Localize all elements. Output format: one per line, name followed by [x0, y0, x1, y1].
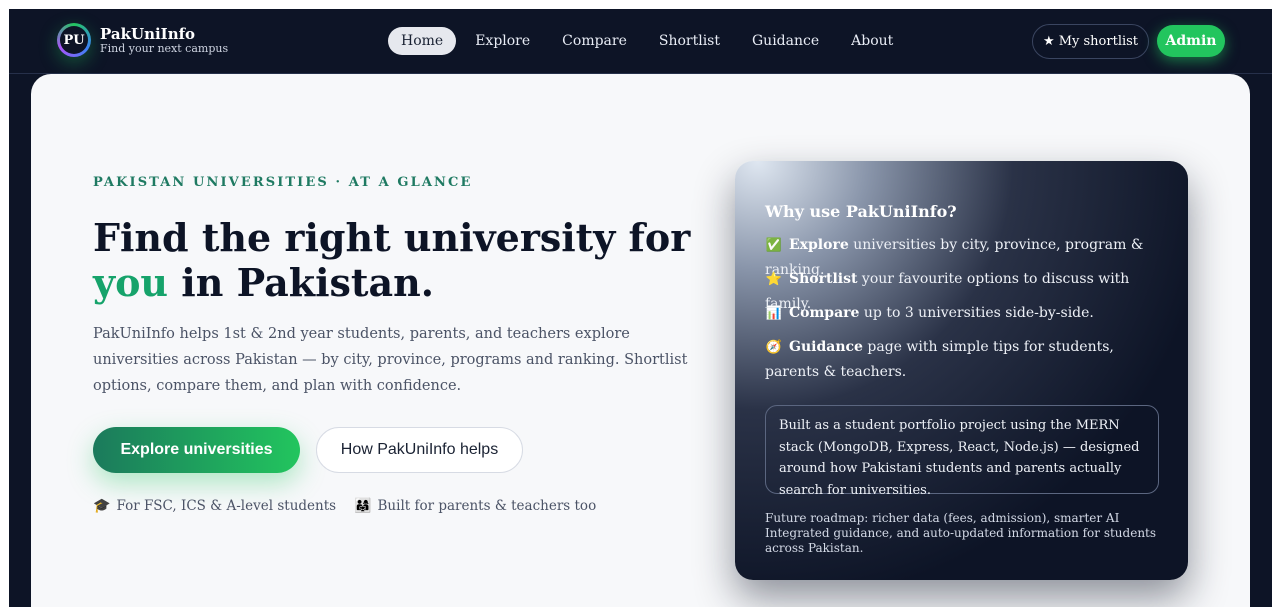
roadmap-text: Future roadmap: richer data (fees, admis… — [765, 511, 1157, 555]
nav-link-shortlist[interactable]: Shortlist — [646, 27, 733, 55]
feature-compare-text: up to 3 universities side-by-side. — [859, 305, 1094, 321]
panel-title: Why use PakUniInfo? — [765, 202, 957, 221]
nav-links: Home Explore Compare Shortlist Guidance … — [388, 25, 912, 57]
feature-compare: 📊 Compare up to 3 universities side-by-si… — [765, 301, 1165, 326]
nav-link-home[interactable]: Home — [388, 27, 457, 55]
explore-universities-button[interactable]: Explore universities — [93, 427, 300, 473]
hero-card: PAKISTAN UNIVERSITIES · AT A GLANCE Find… — [31, 74, 1250, 607]
headline-part2: in Pakistan. — [168, 260, 434, 305]
hero-eyebrow: PAKISTAN UNIVERSITIES · AT A GLANCE — [93, 175, 473, 190]
app-frame: PU PakUniInfo Find your next campus Home… — [9, 9, 1272, 607]
feature-guidance-bold: Guidance — [789, 339, 863, 355]
bar-chart-icon: 📊 — [765, 306, 783, 321]
chip-parents: 👨‍👩‍👧 Built for parents & teachers too — [354, 498, 596, 514]
audience-chips: 🎓 For FSC, ICS & A-level students 👨‍👩‍👧 … — [93, 498, 614, 514]
brand[interactable]: PakUniInfo Find your next campus — [100, 25, 228, 55]
nav-link-about[interactable]: About — [838, 27, 906, 55]
headline-part1: Find the right university for — [93, 215, 691, 260]
headline-accent: you — [93, 260, 169, 305]
how-it-helps-button[interactable]: How PakUniInfo helps — [316, 427, 523, 473]
admin-button[interactable]: Admin — [1157, 25, 1225, 57]
nav-link-explore[interactable]: Explore — [462, 27, 543, 55]
graduation-cap-icon: 🎓 — [93, 498, 111, 514]
top-navbar: PU PakUniInfo Find your next campus Home… — [9, 9, 1272, 74]
star-icon: ⭐ — [765, 272, 783, 287]
logo-initials: PU — [60, 26, 88, 54]
feature-guidance: 🧭 Guidance page with simple tips for stud… — [765, 335, 1165, 385]
hero-lead: PakUniInfo helps 1st & 2nd year students… — [93, 326, 688, 394]
feature-explore-bold: Explore — [789, 237, 849, 253]
compass-icon: 🧭 — [765, 340, 783, 355]
brand-tagline: Find your next campus — [100, 42, 229, 55]
hero-headline: Find the right university for you in Pak… — [93, 215, 713, 305]
chip-students: 🎓 For FSC, ICS & A-level students — [93, 498, 336, 514]
logo-icon[interactable]: PU — [57, 23, 91, 57]
check-icon: ✅ — [765, 238, 783, 253]
why-use-panel: Why use PakUniInfo? ✅ Explore universitie… — [735, 161, 1188, 580]
feature-shortlist-bold: Shortlist — [789, 271, 858, 287]
project-note: Built as a student portfolio project usi… — [765, 405, 1159, 498]
my-shortlist-button[interactable]: ★ My shortlist — [1032, 24, 1149, 59]
chip-parents-label: Built for parents & teachers too — [377, 498, 597, 514]
chip-students-label: For FSC, ICS & A-level students — [116, 498, 337, 514]
family-icon: 👨‍👩‍👧 — [354, 498, 372, 514]
nav-link-compare[interactable]: Compare — [549, 27, 640, 55]
nav-link-guidance[interactable]: Guidance — [739, 27, 832, 55]
feature-compare-bold: Compare — [789, 305, 860, 321]
brand-name: PakUniInfo — [100, 25, 196, 43]
